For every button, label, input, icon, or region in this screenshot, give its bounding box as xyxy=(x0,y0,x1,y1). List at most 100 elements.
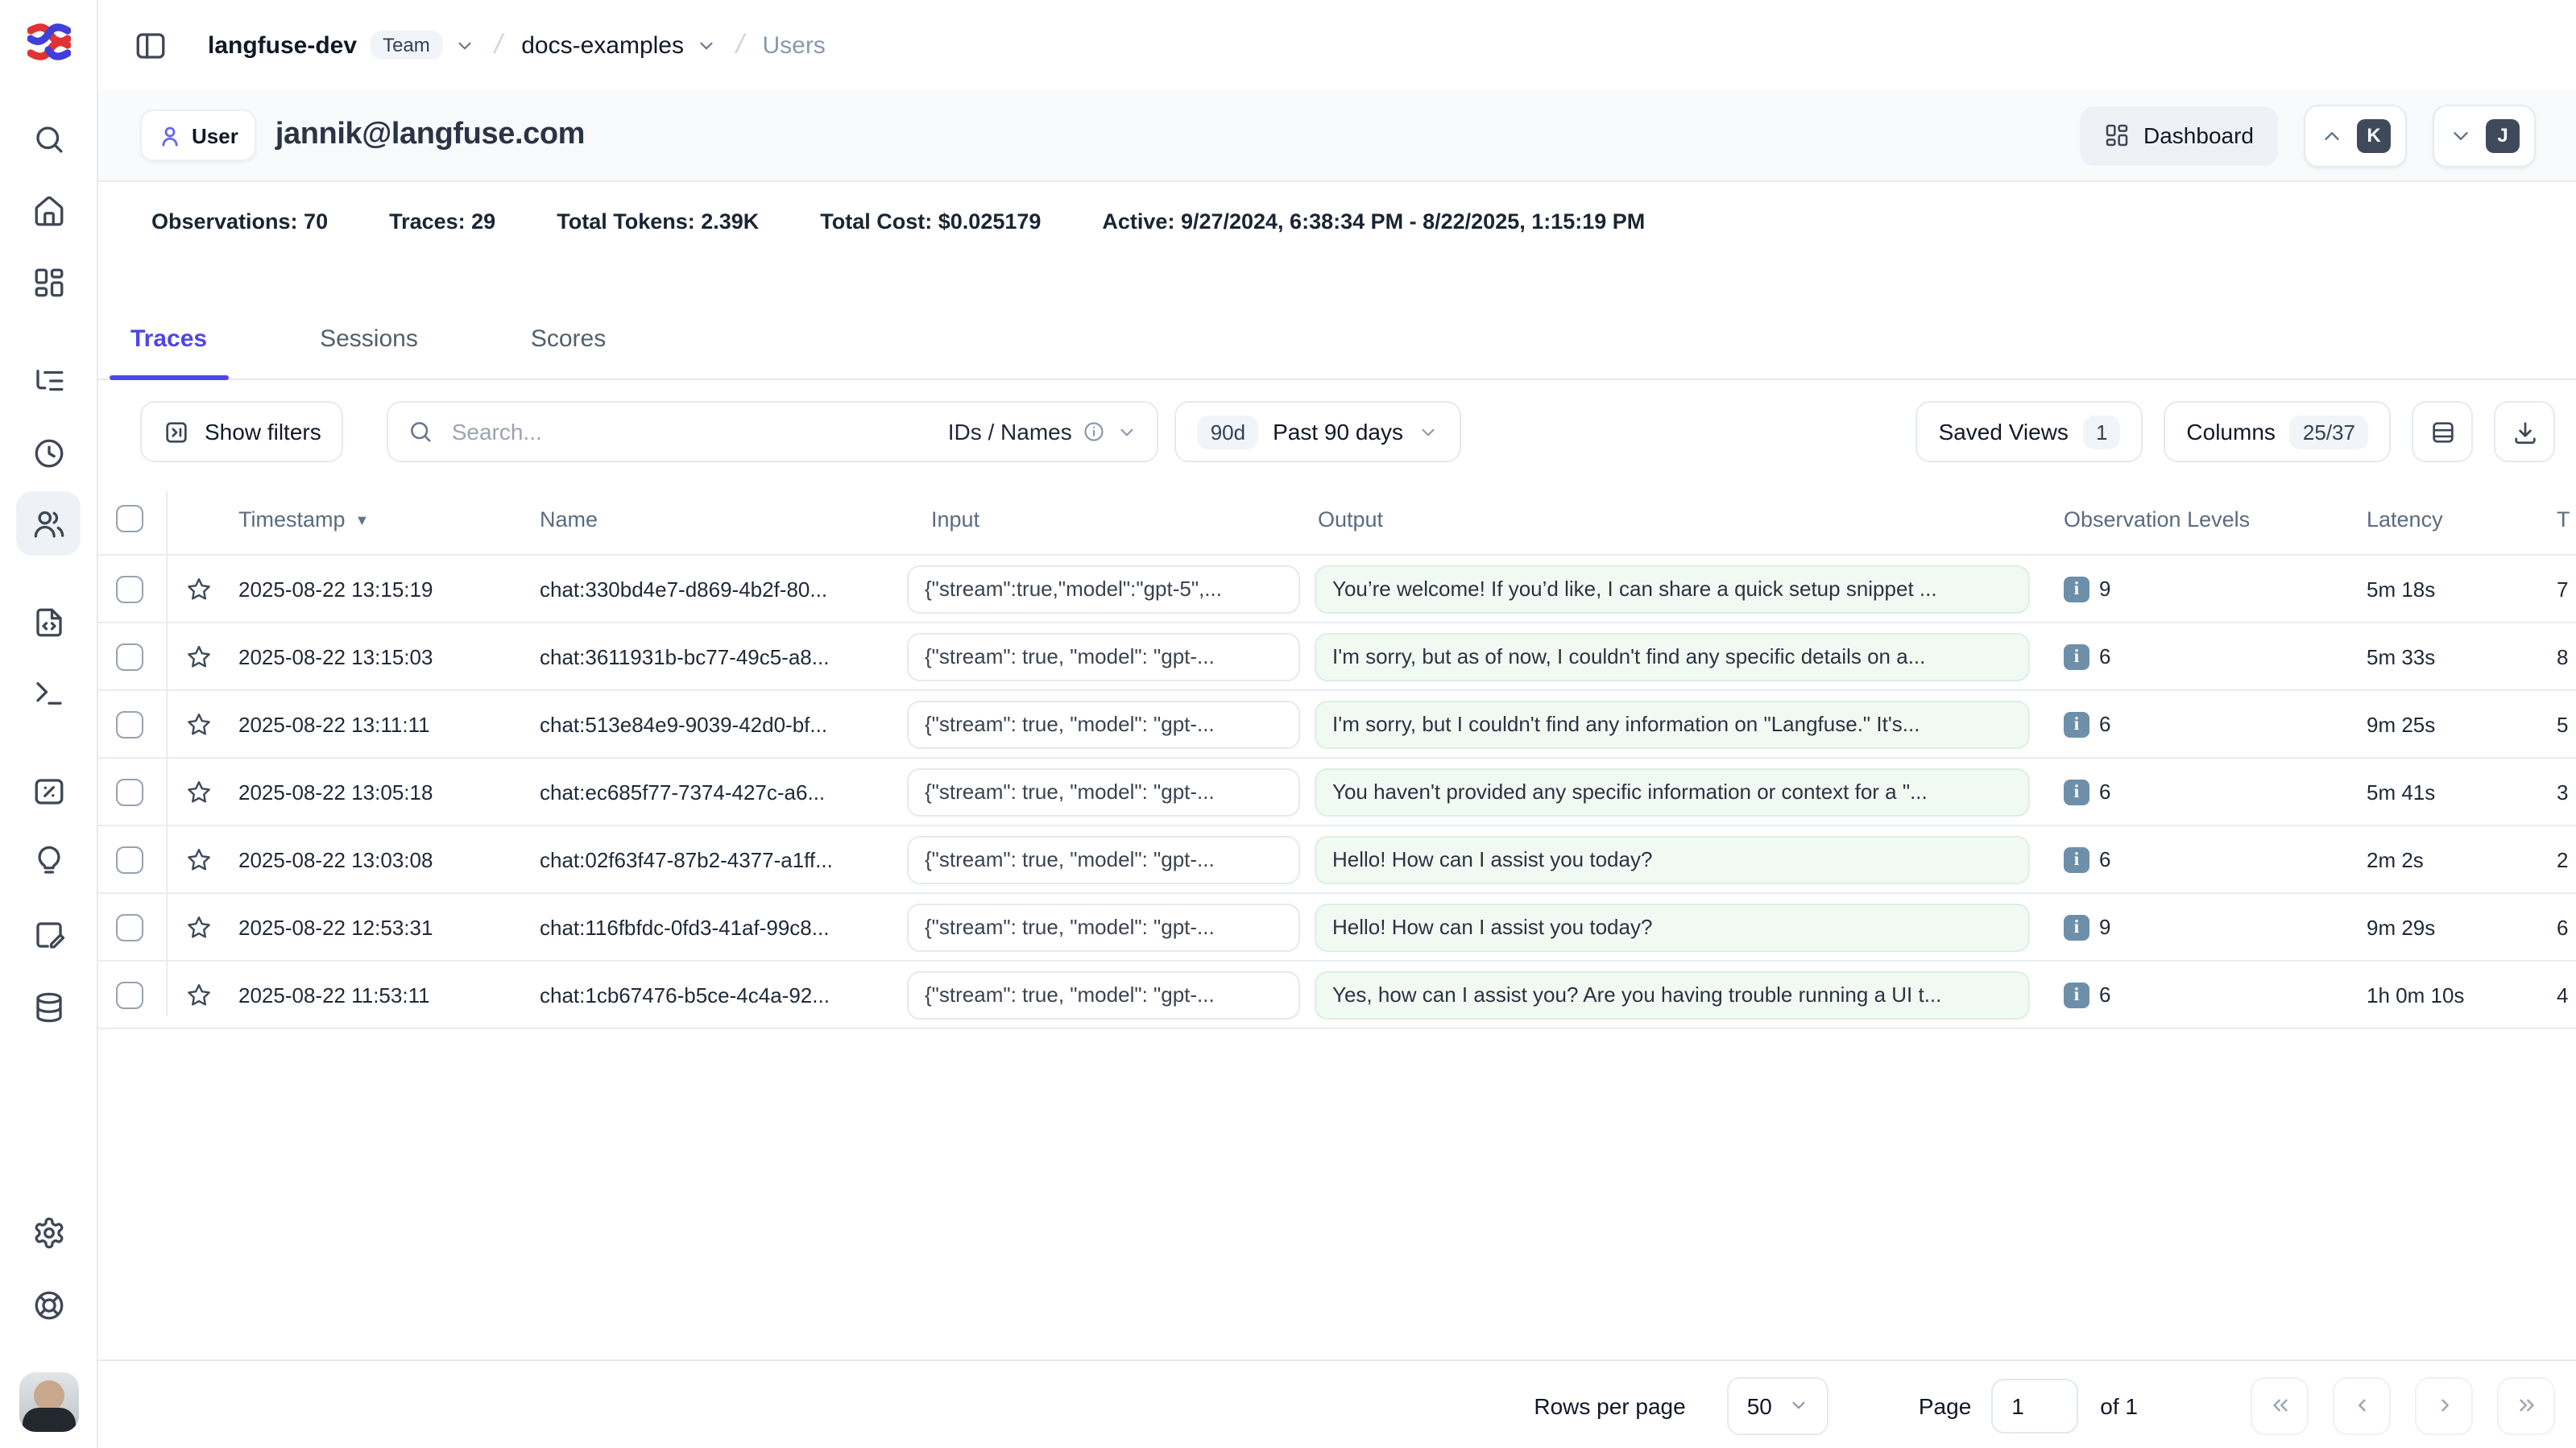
trace-output[interactable]: Hello! How can I assist you today? xyxy=(1315,903,2030,951)
trace-output[interactable]: Yes, how can I assist you? Are you havin… xyxy=(1315,970,2030,1019)
trace-name[interactable]: chat:ec685f77-7374-427c-a6... xyxy=(540,780,825,804)
sidebar-item-insights[interactable] xyxy=(16,828,81,892)
tab-scores[interactable]: Scores xyxy=(510,300,627,379)
previous-page-button[interactable] xyxy=(2333,1376,2391,1434)
trace-output[interactable]: You’re welcome! If you’d like, I can sha… xyxy=(1315,565,2030,613)
trace-input[interactable]: {"stream": true, "model": "gpt-... xyxy=(907,700,1300,748)
breadcrumb-org[interactable]: langfuse-dev xyxy=(208,31,357,59)
trace-latency: 5m 33s xyxy=(2367,644,2435,668)
column-header-tokens-clipped[interactable]: T xyxy=(2557,507,2570,531)
row-checkbox[interactable] xyxy=(116,575,143,602)
sidebar-item-support[interactable] xyxy=(16,1272,81,1337)
row-checkbox[interactable] xyxy=(116,778,143,805)
star-icon[interactable] xyxy=(185,778,213,805)
trace-name[interactable]: chat:1cb67476-b5ce-4c4a-92... xyxy=(540,983,830,1007)
star-icon[interactable] xyxy=(185,575,213,602)
sidebar-item-annotation[interactable] xyxy=(16,902,81,966)
export-button[interactable] xyxy=(2494,401,2555,462)
trace-output[interactable]: I'm sorry, but I couldn't find any infor… xyxy=(1315,700,2030,748)
trace-input[interactable]: {"stream": true, "model": "gpt-... xyxy=(907,767,1300,816)
select-all-checkbox[interactable] xyxy=(116,505,143,532)
dashboard-button-label: Dashboard xyxy=(2143,122,2254,148)
trace-input[interactable]: {"stream": true, "model": "gpt-... xyxy=(907,903,1300,951)
trace-output[interactable]: Hello! How can I assist you today? xyxy=(1315,835,2030,883)
table-row[interactable]: 2025-08-22 13:11:11 chat:513e84e9-9039-4… xyxy=(97,691,2576,759)
show-filters-button[interactable]: Show filters xyxy=(140,401,344,462)
trace-name[interactable]: chat:3611931b-bc77-49c5-a8... xyxy=(540,644,829,668)
user-avatar[interactable] xyxy=(19,1372,79,1432)
first-page-button[interactable] xyxy=(2251,1376,2309,1434)
dashboard-button[interactable]: Dashboard xyxy=(2079,105,2278,165)
trace-tokens-clipped: 5 xyxy=(2557,712,2568,736)
trace-name[interactable]: chat:330bd4e7-d869-4b2f-80... xyxy=(540,577,827,601)
sidebar-item-users[interactable] xyxy=(16,491,81,556)
column-header-timestamp[interactable]: Timestamp▼ xyxy=(238,507,369,531)
breadcrumb-project[interactable]: docs-examples xyxy=(521,31,684,59)
star-icon[interactable] xyxy=(185,846,213,873)
next-page-button[interactable] xyxy=(2415,1376,2473,1434)
next-user-button[interactable]: J xyxy=(2433,104,2536,167)
sidebar-item-datasets[interactable] xyxy=(16,974,81,1039)
trace-input[interactable]: {"stream": true, "model": "gpt-... xyxy=(907,632,1300,681)
column-header-name[interactable]: Name xyxy=(540,507,598,531)
search-box[interactable]: IDs / Names xyxy=(387,401,1159,462)
star-icon[interactable] xyxy=(185,981,213,1008)
trace-latency: 5m 18s xyxy=(2367,577,2435,601)
sidebar-item-search[interactable] xyxy=(16,106,81,171)
trace-input[interactable]: {"stream": true, "model": "gpt-... xyxy=(907,970,1300,1019)
sidebar-toggle-icon[interactable] xyxy=(122,18,177,72)
chevron-down-icon[interactable] xyxy=(454,35,475,56)
search-scope-dropdown[interactable]: IDs / Names xyxy=(948,419,1138,445)
date-range-button[interactable]: 90d Past 90 days xyxy=(1175,401,1461,462)
row-checkbox[interactable] xyxy=(116,710,143,738)
user-stats: Observations: 70 Traces: 29 Total Tokens… xyxy=(97,209,2576,234)
star-icon[interactable] xyxy=(185,643,213,670)
trace-name[interactable]: chat:513e84e9-9039-42d0-bf... xyxy=(540,712,827,736)
trace-output[interactable]: I'm sorry, but as of now, I couldn't fin… xyxy=(1315,632,2030,681)
sidebar-item-playground[interactable] xyxy=(16,660,81,725)
trace-name[interactable]: chat:02f63f47-87b2-4377-a1ff... xyxy=(540,847,833,871)
info-level-icon: i xyxy=(2064,846,2089,872)
table-row[interactable]: 2025-08-22 11:53:11 chat:1cb67476-b5ce-4… xyxy=(97,962,2576,1029)
star-icon[interactable] xyxy=(185,710,213,738)
search-icon xyxy=(408,419,434,445)
column-header-output[interactable]: Output xyxy=(1318,507,1383,531)
star-icon[interactable] xyxy=(185,913,213,941)
table-row[interactable]: 2025-08-22 12:53:31 chat:116fbfdc-0fd3-4… xyxy=(97,894,2576,962)
tab-sessions[interactable]: Sessions xyxy=(299,300,439,379)
sidebar-item-evaluation[interactable] xyxy=(16,759,81,823)
table-row[interactable]: 2025-08-22 13:15:03 chat:3611931b-bc77-4… xyxy=(97,623,2576,691)
table-row[interactable]: 2025-08-22 13:03:08 chat:02f63f47-87b2-4… xyxy=(97,826,2576,894)
columns-button[interactable]: Columns 25/37 xyxy=(2164,401,2391,462)
search-input[interactable] xyxy=(449,417,948,446)
sidebar-item-tracing[interactable] xyxy=(16,348,81,412)
prev-user-button[interactable]: K xyxy=(2304,104,2407,167)
page-input[interactable] xyxy=(1990,1378,2077,1433)
row-checkbox[interactable] xyxy=(116,643,143,670)
row-checkbox[interactable] xyxy=(116,981,143,1008)
row-checkbox[interactable] xyxy=(116,846,143,873)
sidebar-item-prompts[interactable] xyxy=(16,590,81,654)
trace-input[interactable]: {"stream":true,"model":"gpt-5",... xyxy=(907,565,1300,613)
rows-per-page-select[interactable]: 50 xyxy=(1728,1376,1828,1434)
sidebar-item-home[interactable] xyxy=(16,179,81,243)
trace-input[interactable]: {"stream": true, "model": "gpt-... xyxy=(907,835,1300,883)
table-row[interactable]: 2025-08-22 13:05:18 chat:ec685f77-7374-4… xyxy=(97,759,2576,826)
langfuse-logo-icon[interactable] xyxy=(27,23,71,61)
table-row[interactable]: 2025-08-22 13:15:19 chat:330bd4e7-d869-4… xyxy=(97,554,2576,623)
sidebar-item-sessions[interactable] xyxy=(16,420,81,485)
sidebar-item-settings[interactable] xyxy=(16,1200,81,1264)
trace-output[interactable]: You haven't provided any specific inform… xyxy=(1315,767,2030,816)
tab-traces[interactable]: Traces xyxy=(110,300,228,379)
saved-views-button[interactable]: Saved Views 1 xyxy=(1916,401,2143,462)
row-checkbox[interactable] xyxy=(116,913,143,941)
row-height-button[interactable] xyxy=(2412,401,2473,462)
column-header-input[interactable]: Input xyxy=(931,507,979,531)
stat-total-cost: Total Cost: $0.025179 xyxy=(820,209,1041,234)
chevron-down-icon[interactable] xyxy=(695,35,716,56)
last-page-button[interactable] xyxy=(2497,1376,2555,1434)
column-header-observation-levels[interactable]: Observation Levels xyxy=(2064,507,2250,531)
trace-name[interactable]: chat:116fbfdc-0fd3-41af-99c8... xyxy=(540,915,829,939)
column-header-latency[interactable]: Latency xyxy=(2367,507,2443,531)
sidebar-item-dashboards[interactable] xyxy=(16,250,81,314)
